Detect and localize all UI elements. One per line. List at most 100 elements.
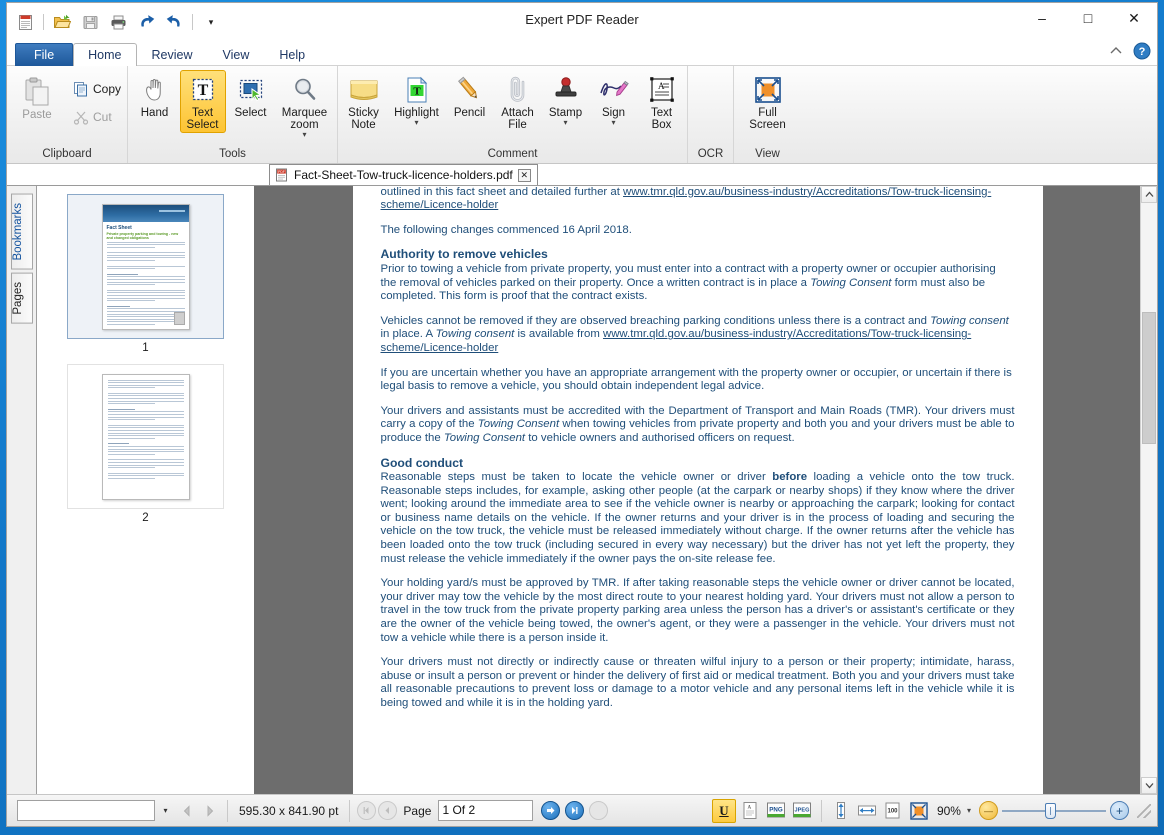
close-button[interactable]: ✕ (1111, 3, 1157, 33)
doc-paragraph: Your holding yard/s must be approved by … (381, 577, 1015, 645)
qat-more-icon[interactable]: ▾ (199, 10, 223, 34)
svg-text:JPEG: JPEG (794, 808, 809, 814)
full-screen-icon[interactable] (907, 799, 931, 823)
marquee-zoom-button[interactable]: Marquee zoom ▾ (276, 70, 334, 140)
ribbon-group-comment: Sticky Note T Highlight ▾ (337, 66, 687, 163)
export-png-icon[interactable]: PNG (764, 799, 788, 823)
help-icon[interactable]: ? (1133, 42, 1151, 60)
thumb-logo (174, 312, 185, 325)
sticky-note-button[interactable]: Sticky Note (341, 70, 387, 133)
open-icon[interactable] (50, 10, 74, 34)
resize-grip[interactable] (1137, 804, 1151, 818)
doc-text: Good conduct (381, 456, 464, 470)
redo-icon[interactable] (162, 10, 186, 34)
zoom-slider-thumb[interactable] (1045, 803, 1056, 819)
pencil-button[interactable]: Pencil (447, 70, 493, 121)
tab-review[interactable]: Review (137, 43, 208, 66)
full-screen-button[interactable]: Full Screen (744, 70, 790, 133)
first-page-button[interactable] (357, 801, 376, 820)
tab-help[interactable]: Help (264, 43, 320, 66)
scroll-up-icon[interactable] (1141, 186, 1157, 203)
sign-button[interactable]: Sign ▾ (591, 70, 637, 128)
select-tool-button[interactable]: Select (228, 70, 274, 121)
collapse-ribbon-icon[interactable] (1109, 45, 1123, 57)
copy-button[interactable]: Copy (67, 78, 127, 100)
more-pages-button[interactable] (589, 801, 608, 820)
tab-home[interactable]: Home (73, 43, 136, 66)
vertical-scrollbar[interactable] (1140, 186, 1157, 794)
signature-icon (598, 73, 630, 107)
select-icon (236, 73, 266, 107)
fit-width-icon[interactable] (855, 799, 879, 823)
underline-tool-icon[interactable]: U (712, 799, 736, 823)
page-number-input[interactable]: 1 Of 2 (438, 800, 533, 821)
marquee-zoom-caret-icon[interactable]: ▾ (302, 131, 306, 138)
zoom-in-button[interactable]: + (1110, 801, 1129, 820)
last-page-button[interactable] (565, 801, 584, 820)
pencil-icon (455, 73, 485, 107)
document-tab-close-icon[interactable]: ✕ (518, 169, 531, 182)
thumbnail-page-preview-2 (102, 374, 190, 500)
text-box-button[interactable]: A Text Box (639, 70, 685, 133)
scroll-down-icon[interactable] (1141, 777, 1157, 794)
export-jpeg-icon[interactable]: JPEG (790, 799, 814, 823)
fit-height-icon[interactable] (829, 799, 853, 823)
svg-text:?: ? (1139, 46, 1146, 58)
actual-size-icon[interactable]: 100 (881, 799, 905, 823)
hand-tool-button[interactable]: Hand (132, 70, 178, 121)
cut-label: Cut (93, 110, 112, 124)
pencil-label: Pencil (454, 107, 485, 119)
previous-page-button[interactable] (378, 801, 397, 820)
highlight-caret-icon[interactable]: ▾ (414, 119, 418, 126)
zoom-caret-icon[interactable]: ▾ (967, 807, 971, 814)
page-viewer[interactable]: holder, it is vitally important that you… (255, 186, 1140, 794)
thumb-subtitle: Private property parking and towing - ne… (107, 232, 185, 240)
highlight-button[interactable]: T Highlight ▾ (389, 70, 445, 128)
print-icon[interactable] (106, 10, 130, 34)
text-page-icon[interactable]: A (738, 799, 762, 823)
sidebar-item-bookmarks[interactable]: Bookmarks (11, 194, 33, 270)
next-view-button[interactable] (199, 800, 220, 821)
cut-button[interactable]: Cut (67, 106, 127, 128)
ribbon-group-clipboard: Paste Copy (7, 66, 127, 163)
bookmark-combo-arrow-icon[interactable]: ▾ (157, 800, 174, 821)
doc-italic: Towing consent (930, 315, 1009, 327)
scrollbar-track[interactable] (1141, 203, 1157, 777)
doc-text: Your drivers must not directly or indire… (381, 656, 1015, 709)
tab-view[interactable]: View (208, 43, 265, 66)
save-icon[interactable] (78, 10, 102, 34)
minimize-button[interactable]: – (1019, 3, 1065, 33)
application-window: ▾ Expert PDF Reader – □ ✕ File Home Revi… (6, 2, 1158, 827)
bookmark-combo-input[interactable] (17, 800, 155, 821)
document-tab[interactable]: PDF Fact-Sheet-Tow-truck-licence-holders… (269, 164, 538, 185)
text-select-tool-button[interactable]: T Text Select (180, 70, 226, 133)
doc-paragraph: holder, it is vitally important that you… (381, 186, 1015, 213)
zoom-slider[interactable] (1000, 803, 1108, 819)
doc-paragraph: Your drivers must not directly or indire… (381, 656, 1015, 710)
sidebar-item-pages[interactable]: Pages (11, 273, 33, 324)
page-label: Page (403, 804, 431, 818)
group-label-clipboard: Clipboard (11, 147, 123, 163)
maximize-button[interactable]: □ (1065, 3, 1111, 33)
group-label-tools: Tools (132, 147, 333, 163)
paste-icon (22, 75, 52, 109)
new-document-icon[interactable] (13, 10, 37, 34)
zoom-out-button[interactable]: — (979, 801, 998, 820)
doc-text: Vehicles cannot be removed if they are o… (381, 315, 931, 327)
paste-button[interactable]: Paste (11, 72, 63, 123)
tab-file[interactable]: File (15, 43, 73, 66)
text-box-label: Text Box (651, 107, 672, 131)
undo-icon[interactable] (134, 10, 158, 34)
thumbnail-item-1[interactable]: Fact Sheet Private property parking and … (67, 194, 224, 354)
next-page-button[interactable] (541, 801, 560, 820)
thumbnail-pane[interactable]: Fact Sheet Private property parking and … (37, 186, 255, 794)
doc-paragraph: Your drivers and assistants must be accr… (381, 405, 1015, 446)
sign-caret-icon[interactable]: ▾ (611, 119, 615, 126)
stamp-button[interactable]: Stamp ▾ (543, 70, 589, 128)
scrollbar-thumb[interactable] (1142, 312, 1156, 444)
stamp-caret-icon[interactable]: ▾ (563, 119, 567, 126)
text-box-icon: A (647, 73, 677, 107)
prev-view-button[interactable] (176, 800, 197, 821)
thumbnail-item-2[interactable]: 2 (67, 364, 224, 524)
attach-file-button[interactable]: Attach File (495, 70, 541, 133)
